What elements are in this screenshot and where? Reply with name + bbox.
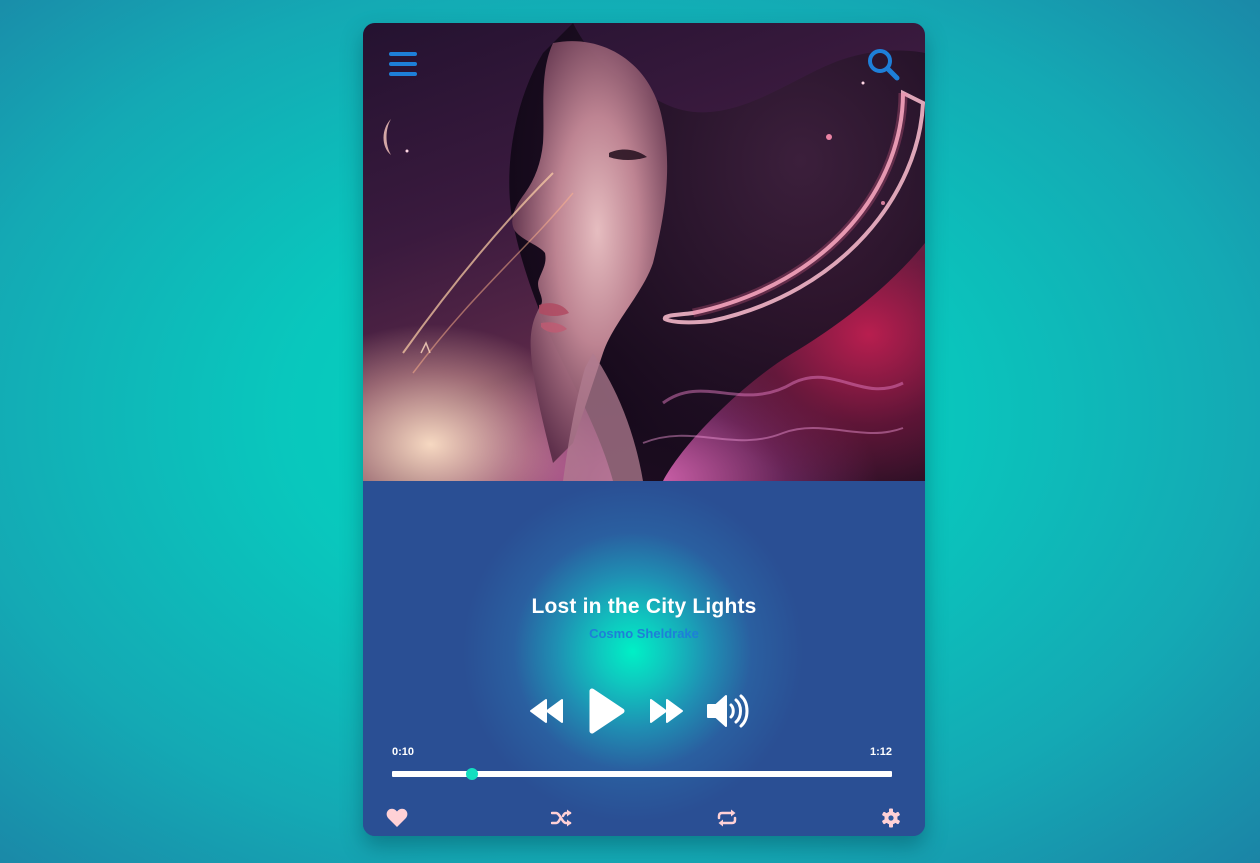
heart-icon[interactable] [386, 808, 408, 828]
search-icon[interactable] [866, 47, 900, 81]
gear-icon[interactable] [880, 808, 902, 828]
album-art [363, 23, 925, 481]
shuffle-icon[interactable] [550, 808, 573, 828]
play-icon [589, 688, 625, 734]
music-player-card: Lost in the City Lights Cosmo Sheldrake [363, 23, 925, 836]
progress-thumb[interactable] [466, 768, 478, 780]
volume-button[interactable] [706, 694, 750, 728]
total-time: 1:12 [869, 746, 892, 758]
fast-forward-icon [650, 699, 683, 723]
song-artist[interactable]: Cosmo Sheldrake [363, 626, 925, 641]
volume-icon [707, 694, 749, 728]
player-panel: Lost in the City Lights Cosmo Sheldrake [363, 481, 925, 836]
play-button[interactable] [586, 687, 626, 735]
rewind-icon [530, 699, 563, 723]
album-art-illustration [383, 23, 925, 481]
progress-bar[interactable] [392, 768, 892, 780]
current-time: 0:10 [392, 746, 415, 758]
rewind-button[interactable] [529, 697, 565, 725]
repeat-icon[interactable] [716, 808, 738, 828]
song-title: Lost in the City Lights [531, 595, 757, 618]
hamburger-menu-icon[interactable] [386, 47, 420, 81]
fast-forward-button[interactable] [648, 697, 684, 725]
